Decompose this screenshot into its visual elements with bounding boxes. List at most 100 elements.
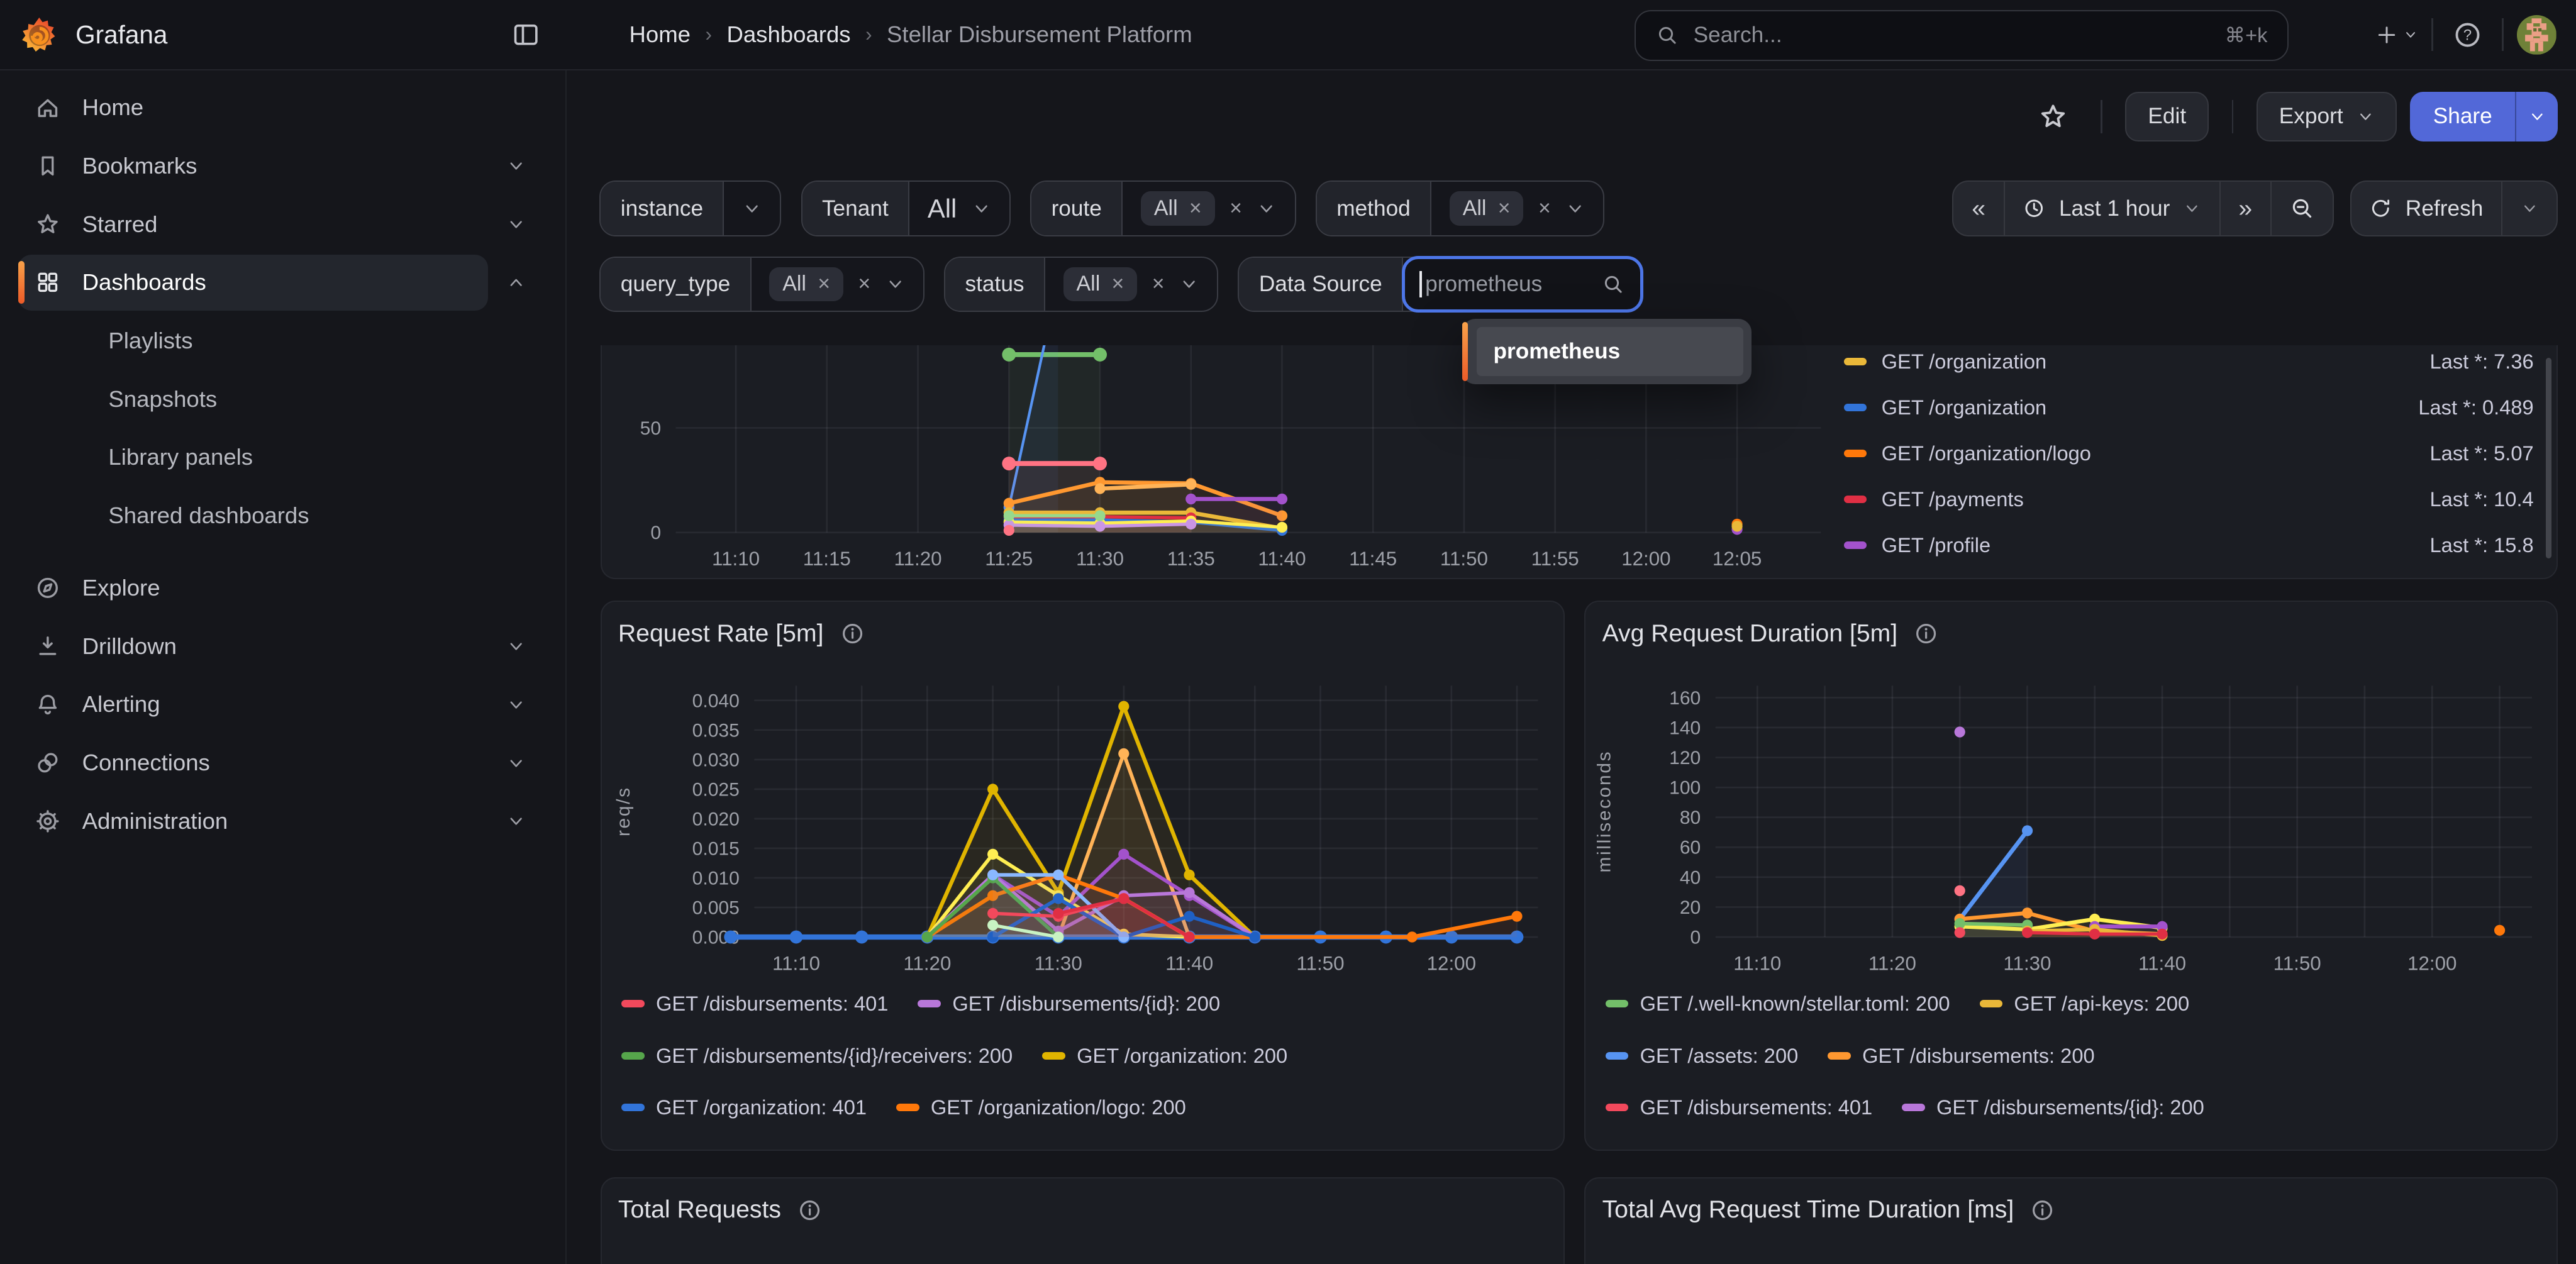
sidebar-collapse-icon[interactable] xyxy=(508,16,543,52)
edit-button[interactable]: Edit xyxy=(2125,92,2209,141)
sidebar-section-chevron[interactable] xyxy=(488,695,544,714)
chip-remove-icon[interactable]: × xyxy=(1112,274,1124,295)
filter-pill-route[interactable]: routeAll×× xyxy=(1030,180,1296,236)
filter-value[interactable]: All xyxy=(909,182,1009,235)
legend-item[interactable]: GET /disbursements: 401 xyxy=(1606,1095,1872,1119)
legend-item[interactable]: GET /disbursements/{id}/receivers: 200 xyxy=(621,1044,1013,1068)
sidebar-section-chevron[interactable] xyxy=(488,811,544,831)
value-chip[interactable]: All× xyxy=(1063,267,1138,302)
sidebar-section-chevron[interactable] xyxy=(488,273,544,292)
legend-item[interactable]: GET /disbursements: 200 xyxy=(1828,1044,2094,1068)
sidebar-item-shared-dashboards[interactable]: Shared dashboards xyxy=(18,488,488,544)
refresh-button[interactable]: Refresh xyxy=(2351,182,2502,235)
favorite-star-button[interactable] xyxy=(2028,92,2077,141)
time-range-picker[interactable]: Last 1 hour xyxy=(2005,182,2221,235)
panel-header[interactable]: Avg Request Duration [5m] xyxy=(1602,620,1939,648)
legend-series-label[interactable]: GET /organization xyxy=(1882,396,2404,419)
sidebar-section-chevron[interactable] xyxy=(488,636,544,656)
legend-series-label[interactable]: GET /profile xyxy=(1882,533,2415,557)
legend-item[interactable]: GET /payments: 200 xyxy=(621,1148,844,1151)
filter-chevron[interactable] xyxy=(1565,199,1585,218)
legend-row[interactable]: GET /organization/logoLast *: 5.07 xyxy=(1844,430,2534,476)
legend-row[interactable]: GET /profileLast *: 1.44 xyxy=(1844,568,2534,579)
legend-item[interactable]: GET /disbursements/{id}/receivers: 200 xyxy=(1606,1148,1997,1151)
legend-row[interactable]: GET /organizationLast *: 0.489 xyxy=(1844,384,2534,430)
filter-pill-instance[interactable]: instance xyxy=(599,180,781,236)
info-icon[interactable] xyxy=(840,621,865,646)
legend-scrollbar[interactable] xyxy=(2546,358,2551,558)
time-series-chart[interactable]: 0.0000.0050.0100.0150.0200.0250.0300.035… xyxy=(603,666,1564,986)
grafana-logo[interactable]: Grafana xyxy=(19,15,167,55)
legend-item[interactable]: GET /profile: 200 xyxy=(874,1148,1063,1151)
filter-pill-query_type[interactable]: query_typeAll×× xyxy=(599,257,924,313)
filter-chevron[interactable] xyxy=(886,274,905,294)
time-shift-back-button[interactable]: « xyxy=(1953,182,2004,235)
datasource-picker[interactable]: Data Source prometheus xyxy=(1238,257,1642,313)
sidebar-section-chevron[interactable] xyxy=(488,156,544,175)
sidebar-item-library-panels[interactable]: Library panels xyxy=(18,430,488,485)
legend-item[interactable]: GET /.well-known/stellar.toml: 200 xyxy=(1606,992,1950,1016)
legend-row[interactable]: GET /profileLast *: 15.8 xyxy=(1844,523,2534,568)
filter-value[interactable]: All×× xyxy=(1431,182,1603,235)
filter-chevron[interactable] xyxy=(972,199,991,218)
legend-item[interactable]: GET /organization: 200 xyxy=(2026,1148,2272,1151)
sidebar-item-connections[interactable]: Connections xyxy=(18,735,488,791)
sidebar-item-starred[interactable]: Starred xyxy=(18,196,488,252)
filter-value[interactable]: All×× xyxy=(1045,258,1217,311)
add-new-button[interactable] xyxy=(2375,13,2418,56)
sidebar-item-bookmarks[interactable]: Bookmarks xyxy=(18,138,488,194)
datasource-option-prometheus[interactable]: prometheus xyxy=(1477,327,1743,376)
value-chip[interactable]: All× xyxy=(1141,191,1215,226)
clear-all-icon[interactable]: × xyxy=(858,274,870,295)
breadcrumb-home[interactable]: Home xyxy=(629,21,691,48)
time-shift-forward-button[interactable]: » xyxy=(2221,182,2272,235)
legend-item[interactable]: GET /disbursements: 401 xyxy=(621,992,888,1016)
legend-item[interactable]: GET /organization/logo: 200 xyxy=(896,1095,1186,1119)
search-input[interactable]: Search... ⌘+k xyxy=(1635,10,2289,61)
sidebar-item-drilldown[interactable]: Drilldown xyxy=(18,618,488,674)
filter-pill-status[interactable]: statusAll×× xyxy=(944,257,1218,313)
chip-remove-icon[interactable]: × xyxy=(1189,198,1202,219)
legend-series-label[interactable]: GET /payments xyxy=(1882,487,2415,511)
clear-all-icon[interactable]: × xyxy=(1230,198,1242,219)
sidebar-section-chevron[interactable] xyxy=(488,214,544,234)
share-menu-chevron[interactable] xyxy=(2515,92,2558,141)
sidebar-section-chevron[interactable] xyxy=(488,753,544,773)
chip-remove-icon[interactable]: × xyxy=(1498,198,1511,219)
info-icon[interactable] xyxy=(797,1198,822,1222)
panel-header[interactable]: Total Requests xyxy=(618,1196,822,1224)
zoom-out-button[interactable] xyxy=(2272,182,2333,235)
filter-pill-method[interactable]: methodAll×× xyxy=(1316,180,1605,236)
legend-series-label[interactable]: GET /organization/logo xyxy=(1882,441,2415,465)
sidebar-item-snapshots[interactable]: Snapshots xyxy=(18,371,488,427)
legend-item[interactable]: GET /organization: 200 xyxy=(1042,1044,1287,1068)
refresh-interval-chevron[interactable] xyxy=(2502,182,2557,235)
datasource-search-input[interactable]: prometheus xyxy=(1402,256,1643,313)
legend-item[interactable]: GET /api-keys: 200 xyxy=(1980,992,2190,1016)
sidebar-item-alerting[interactable]: Alerting xyxy=(18,677,488,733)
filter-chevron[interactable] xyxy=(1257,199,1276,218)
legend-item[interactable]: GET /disbursements/{id}: 200 xyxy=(1902,1095,2204,1119)
user-avatar[interactable] xyxy=(2517,15,2557,55)
legend-item[interactable]: GET /organization: 401 xyxy=(621,1095,867,1119)
legend-item[interactable]: GET /disbursements/{id}: 200 xyxy=(918,992,1220,1016)
legend-item[interactable]: GET /assets: 200 xyxy=(1606,1044,1798,1068)
legend-series-label[interactable]: GET /organization xyxy=(1882,350,2415,374)
sidebar-item-home[interactable]: Home xyxy=(18,80,488,136)
legend-item[interactable]: GET /profile: 401 xyxy=(1092,1148,1282,1151)
info-icon[interactable] xyxy=(1914,621,1938,646)
time-series-chart[interactable]: 02040608010012014016011:1011:2011:3011:4… xyxy=(1587,666,2558,986)
legend-row[interactable]: GET /paymentsLast *: 10.4 xyxy=(1844,477,2534,523)
sidebar-item-explore[interactable]: Explore xyxy=(18,560,488,616)
filter-value[interactable] xyxy=(724,182,780,235)
sidebar-item-administration[interactable]: Administration xyxy=(18,793,488,849)
share-button[interactable]: Share xyxy=(2410,92,2558,141)
value-chip[interactable]: All× xyxy=(1450,191,1524,226)
panel-header[interactable]: Total Avg Request Time Duration [ms] xyxy=(1602,1196,2055,1224)
filter-chevron[interactable] xyxy=(1179,274,1199,294)
clear-all-icon[interactable]: × xyxy=(1538,198,1551,219)
legend-row[interactable]: GET /organizationLast *: 7.36 xyxy=(1844,345,2534,385)
filter-chevron[interactable] xyxy=(742,199,762,218)
info-icon[interactable] xyxy=(2030,1198,2055,1222)
breadcrumb-dashboards[interactable]: Dashboards xyxy=(726,21,850,48)
